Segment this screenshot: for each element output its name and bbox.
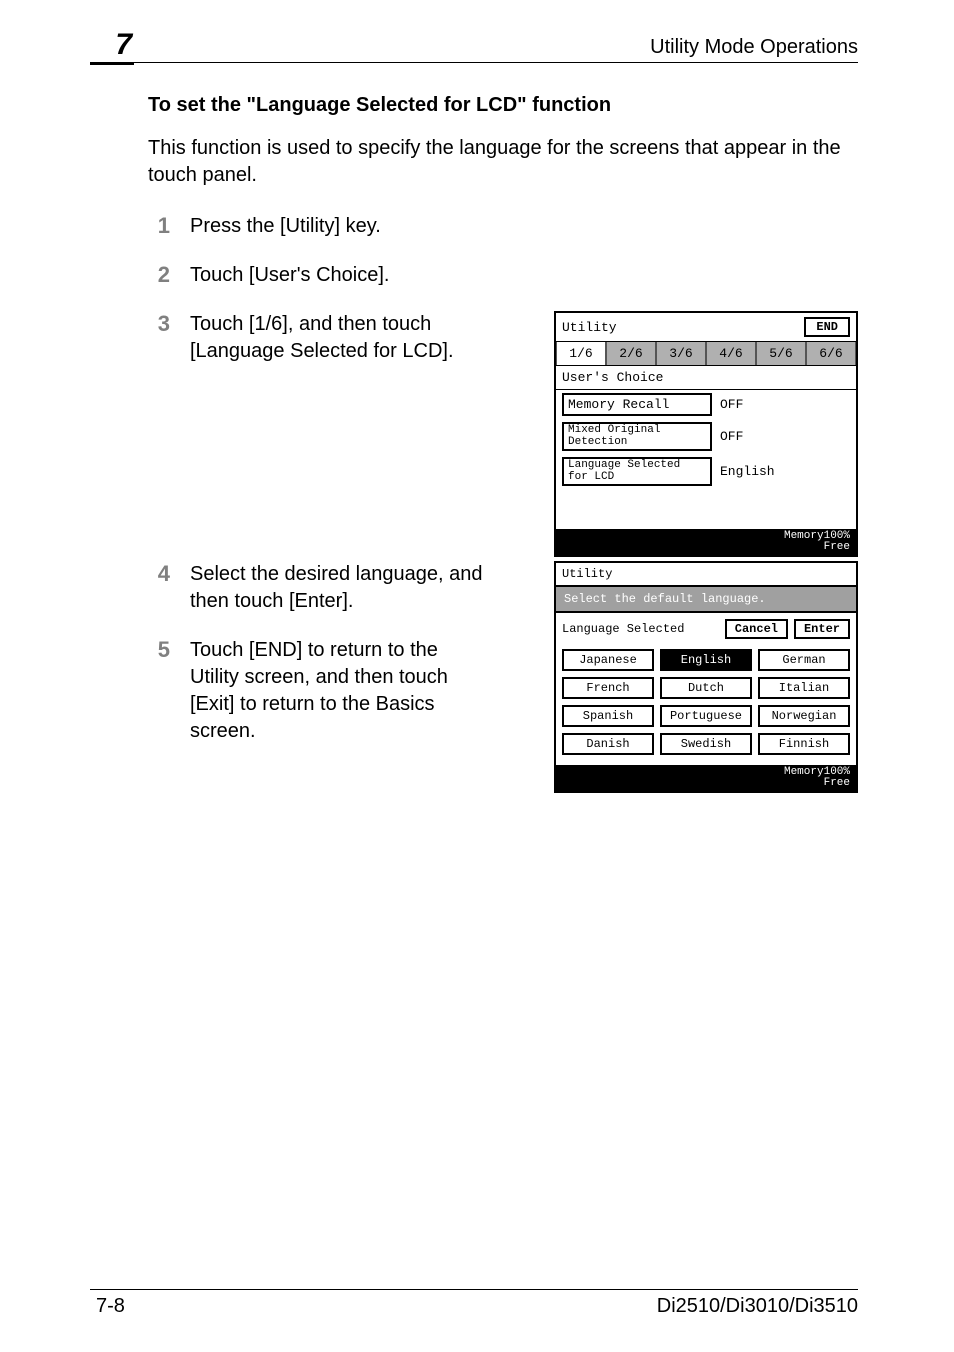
step-5: 5 Touch [END] to return to the Utility s… [148, 637, 488, 745]
button-line-2: for LCD [568, 472, 706, 484]
lang-portuguese-button[interactable]: Portuguese [660, 705, 752, 727]
lang-italian-button[interactable]: Italian [758, 677, 850, 699]
step-text: Touch [User's Choice]. [190, 262, 858, 289]
step-4-5-block: 4 Select the desired language, and then … [148, 561, 858, 745]
option-row-memory-recall: Memory Recall OFF [556, 390, 856, 419]
option-row-mixed-original: Mixed Original Detection OFF [556, 419, 856, 454]
language-grid: Japanese English German French Dutch Ita… [556, 645, 856, 765]
tab-3-6[interactable]: 3/6 [656, 342, 706, 365]
panel-spacer [556, 489, 856, 529]
memory-recall-button[interactable]: Memory Recall [562, 393, 712, 416]
model-label: Di2510/Di3010/Di3510 [657, 1295, 858, 1318]
panel-title: Utility [562, 320, 617, 335]
panel-footer: Memory100% Free [556, 529, 856, 555]
panel-subhead: User's Choice [556, 366, 856, 390]
free-label: Free [824, 541, 850, 553]
step-4: 4 Select the desired language, and then … [148, 561, 488, 615]
step-text: Touch [1/6], and then touch [Language Se… [190, 311, 490, 365]
memory-label: Memory [784, 530, 824, 542]
footer-rule [90, 1289, 858, 1290]
panel-footer: Memory100% Free [556, 765, 856, 791]
mixed-original-value: OFF [712, 427, 751, 446]
step-3-block: 3 Touch [1/6], and then touch [Language … [148, 311, 858, 561]
panel-title: Utility [562, 567, 612, 581]
lang-swedish-button[interactable]: Swedish [660, 733, 752, 755]
section-heading: To set the "Language Selected for LCD" f… [148, 94, 858, 117]
step-1: 1 Press the [Utility] key. [148, 213, 858, 240]
lcd-panel-users-choice: Utility END 1/6 2/6 3/6 4/6 5/6 6/6 User… [554, 311, 858, 557]
lang-norwegian-button[interactable]: Norwegian [758, 705, 850, 727]
free-label: Free [824, 777, 850, 789]
lang-english-button[interactable]: English [660, 649, 752, 671]
button-line-1: Mixed Original [568, 425, 706, 437]
header-title: Utility Mode Operations [650, 36, 858, 59]
header-rule [90, 62, 858, 63]
page-number: 7-8 [96, 1295, 125, 1318]
lang-japanese-button[interactable]: Japanese [562, 649, 654, 671]
option-row-language-selected: Language Selected for LCD English [556, 454, 856, 489]
language-selected-value: English [712, 462, 783, 481]
memory-recall-value: OFF [712, 395, 751, 414]
tab-2-6[interactable]: 2/6 [606, 342, 656, 365]
lang-row-4: Danish Swedish Finnish [562, 733, 850, 755]
tab-6-6[interactable]: 6/6 [806, 342, 856, 365]
panel-title-row: Utility [556, 563, 856, 585]
step-number: 2 [148, 262, 170, 288]
memory-label: Memory [784, 766, 824, 778]
tab-strip: 1/6 2/6 3/6 4/6 5/6 6/6 [556, 341, 856, 366]
lang-spanish-button[interactable]: Spanish [562, 705, 654, 727]
lang-row-2: French Dutch Italian [562, 677, 850, 699]
panel-title-row: Utility END [556, 313, 856, 341]
language-selected-button[interactable]: Language Selected for LCD [562, 457, 712, 486]
step-number: 4 [148, 561, 170, 587]
step-text: Select the desired language, and then to… [190, 561, 488, 615]
mixed-original-detection-button[interactable]: Mixed Original Detection [562, 422, 712, 451]
panel-action-row: Language Selected Cancel Enter [556, 613, 856, 645]
left-steps: 4 Select the desired language, and then … [148, 561, 488, 745]
lang-finnish-button[interactable]: Finnish [758, 733, 850, 755]
button-line-2: Detection [568, 437, 706, 449]
tab-5-6[interactable]: 5/6 [756, 342, 806, 365]
end-button[interactable]: END [804, 317, 850, 337]
step-number: 3 [148, 311, 170, 337]
step-text: Press the [Utility] key. [190, 213, 858, 240]
step-number: 1 [148, 213, 170, 239]
lang-row-3: Spanish Portuguese Norwegian [562, 705, 850, 727]
content-area: To set the "Language Selected for LCD" f… [148, 94, 858, 767]
step-number: 5 [148, 637, 170, 663]
lang-dutch-button[interactable]: Dutch [660, 677, 752, 699]
button-line-1: Language Selected [568, 460, 706, 472]
panel-banner: Select the default language. [556, 585, 856, 613]
section-intro: This function is used to specify the lan… [148, 135, 858, 189]
chapter-number: 7 [115, 28, 132, 62]
lang-german-button[interactable]: German [758, 649, 850, 671]
step-2: 2 Touch [User's Choice]. [148, 262, 858, 289]
step-text: Touch [END] to return to the Utility scr… [190, 637, 488, 745]
lang-danish-button[interactable]: Danish [562, 733, 654, 755]
language-selected-label: Language Selected [562, 622, 719, 636]
lang-row-1: Japanese English German [562, 649, 850, 671]
lang-french-button[interactable]: French [562, 677, 654, 699]
tab-4-6[interactable]: 4/6 [706, 342, 756, 365]
tab-1-6[interactable]: 1/6 [556, 342, 606, 365]
enter-button[interactable]: Enter [794, 619, 850, 639]
chapter-number-box: 7 [90, 28, 134, 65]
cancel-button[interactable]: Cancel [725, 619, 788, 639]
lcd-panel-language-select: Utility Select the default language. Lan… [554, 561, 858, 793]
